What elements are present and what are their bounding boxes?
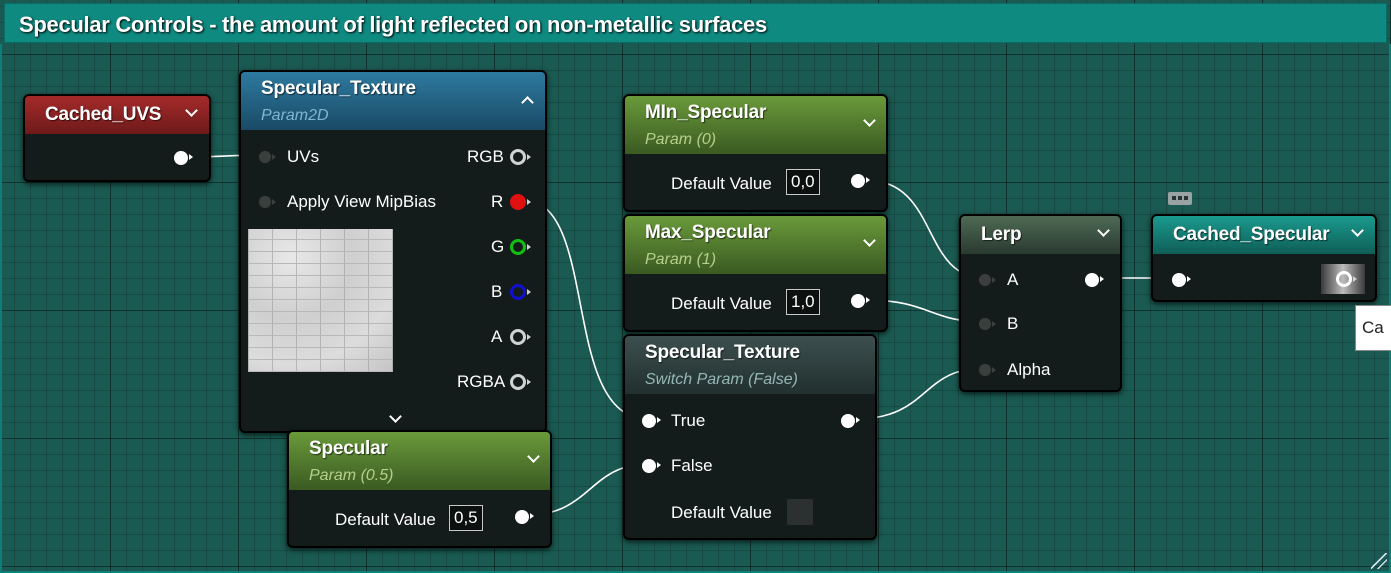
texture-preview-thumbnail	[248, 229, 393, 372]
output-pin[interactable]	[1336, 271, 1357, 287]
default-value-input[interactable]: 1,0	[786, 289, 820, 315]
default-value-label: Default Value	[671, 503, 772, 522]
pin-label-mipbias: Apply View MipBias	[287, 192, 436, 211]
node-title: Specular_Texture	[261, 78, 416, 99]
pin-label-true: True	[671, 411, 706, 430]
output-pin[interactable]	[851, 174, 870, 188]
resize-handle-icon[interactable]	[1371, 553, 1387, 569]
node-title: Lerp	[981, 224, 1022, 245]
output-pin-rgba[interactable]	[510, 374, 531, 390]
node-title: Specular_Texture	[645, 342, 800, 363]
pin-label-b: B	[1007, 314, 1019, 333]
node-subtitle: Param (0)	[645, 131, 717, 148]
default-value-label: Default Value	[671, 294, 772, 313]
output-pin[interactable]	[174, 151, 193, 165]
node-cached-specular[interactable]: Cached_Specular	[1151, 214, 1377, 302]
input-pin-false[interactable]	[642, 459, 661, 473]
input-pin-alpha[interactable]	[978, 363, 996, 377]
default-value-input[interactable]: 0,5	[449, 505, 483, 531]
node-title: Specular	[309, 438, 388, 459]
output-pin[interactable]	[841, 414, 860, 428]
output-pin-rgb[interactable]	[510, 149, 531, 165]
node-cached-uvs[interactable]: Cached_UVS	[23, 94, 211, 182]
node-title: Cached_UVS	[45, 104, 162, 125]
pin-label-rgba: RGBA	[457, 372, 506, 391]
node-max-specular[interactable]: Max_Specular Param (1) Default Value 1,0	[623, 214, 888, 332]
pin-label-uvs: UVs	[287, 147, 320, 166]
input-pin-mipbias[interactable]	[258, 195, 276, 209]
output-pin[interactable]	[1085, 273, 1104, 287]
tooltip: Ca	[1355, 305, 1391, 351]
input-pin-uvs[interactable]	[258, 150, 276, 164]
output-pin[interactable]	[851, 294, 870, 308]
output-pin-r[interactable]	[510, 194, 531, 210]
output-pin[interactable]	[515, 510, 534, 524]
pin-label-a: A	[491, 327, 503, 346]
default-value-input[interactable]: 0,0	[786, 169, 820, 195]
node-subtitle: Param (1)	[645, 251, 717, 268]
node-subtitle: Param2D	[261, 107, 329, 124]
output-pin-b[interactable]	[510, 284, 531, 300]
node-subtitle: Param (0.5)	[309, 467, 394, 484]
input-pin-true[interactable]	[642, 414, 661, 428]
input-pin-a[interactable]	[978, 273, 996, 287]
node-min-specular[interactable]: MIn_Specular Param (0) Default Value 0,0	[623, 94, 888, 212]
node-title: MIn_Specular	[645, 102, 767, 123]
input-pin[interactable]	[1172, 273, 1191, 287]
chevron-down-icon[interactable]	[389, 410, 402, 423]
pin-label-r: R	[491, 192, 504, 211]
pin-label-false: False	[671, 456, 713, 475]
node-lerp[interactable]: Lerp A B Alpha	[959, 214, 1122, 392]
default-value-checkbox[interactable]	[787, 499, 813, 525]
tooltip-text: Ca	[1362, 318, 1384, 337]
output-pin-a[interactable]	[510, 329, 531, 345]
pin-label-g: G	[491, 237, 505, 256]
pin-label-alpha: Alpha	[1007, 360, 1051, 379]
output-pin-g[interactable]	[510, 239, 531, 255]
node-subtitle: Switch Param (False)	[645, 371, 798, 388]
pin-label-a: A	[1007, 270, 1019, 289]
node-specular-texture-switch[interactable]: Specular_Texture Switch Param (False) Tr…	[623, 334, 877, 540]
default-value-label: Default Value	[335, 510, 436, 529]
comment-bubble-icon[interactable]	[1168, 192, 1192, 205]
node-title: Cached_Specular	[1173, 224, 1330, 245]
input-pin-b[interactable]	[978, 317, 996, 331]
pin-label-b: B	[491, 282, 503, 301]
default-value-label: Default Value	[671, 174, 772, 193]
pin-label-rgb: RGB	[467, 147, 504, 166]
node-title: Max_Specular	[645, 222, 771, 243]
node-specular[interactable]: Specular Param (0.5) Default Value 0,5	[287, 430, 552, 548]
